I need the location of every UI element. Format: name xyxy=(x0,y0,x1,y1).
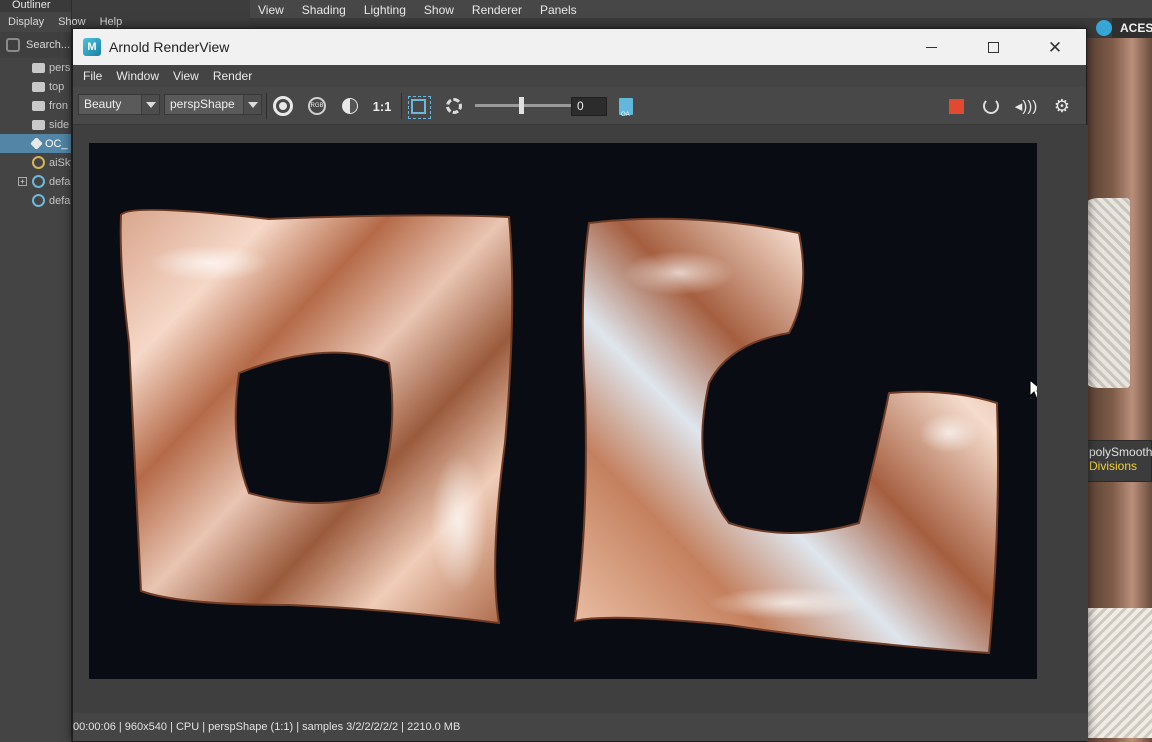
outliner-item-front[interactable]: fron xyxy=(0,96,71,115)
one-to-one-button[interactable]: 1:1 xyxy=(369,93,395,119)
menu-file[interactable]: File xyxy=(83,69,102,83)
window-title: Arnold RenderView xyxy=(109,39,230,55)
viewport-menu-show[interactable]: Show xyxy=(424,3,454,17)
set-icon xyxy=(32,194,45,207)
outliner-item-oc[interactable]: OC_ xyxy=(0,134,71,153)
chevron-down-icon xyxy=(141,95,159,114)
skydome-icon xyxy=(32,156,45,169)
viewport-scene-background xyxy=(1066,38,1152,742)
aov-dropdown[interactable]: Beauty xyxy=(78,94,160,115)
render-icon xyxy=(273,96,293,116)
minimize-icon xyxy=(925,46,937,48)
expand-icon[interactable]: + xyxy=(18,177,27,186)
crop-icon xyxy=(407,95,431,119)
color-management-icon[interactable] xyxy=(1096,20,1112,36)
camera-icon xyxy=(32,119,45,130)
outliner-item-label: aiSky xyxy=(49,156,71,169)
aperture-icon xyxy=(446,98,462,114)
outliner-item-label: pers xyxy=(49,61,71,74)
outliner-item-label: fron xyxy=(49,99,68,112)
mesh-icon xyxy=(30,137,43,150)
menu-window[interactable]: Window xyxy=(116,69,159,83)
settings-button[interactable]: ⚙ xyxy=(1049,93,1075,119)
compare-icon xyxy=(342,98,358,114)
render-canvas-area xyxy=(73,125,1088,715)
render-image[interactable] xyxy=(89,143,1037,679)
outliner-search-input[interactable]: Search... xyxy=(26,39,70,51)
node-name: polySmooth xyxy=(1089,445,1152,459)
outliner-item-persp[interactable]: pers xyxy=(0,58,71,77)
outliner-item-default-1[interactable]: + defa xyxy=(0,172,71,191)
render-button[interactable] xyxy=(270,93,296,119)
rendered-letters-image xyxy=(119,208,999,655)
aov-dropdown-value: Beauty xyxy=(84,97,122,111)
outliner-item-default-2[interactable]: defa xyxy=(0,191,71,210)
camera-icon xyxy=(32,62,45,73)
color-space-label: ACES xyxy=(1112,18,1152,38)
exposure-value-field[interactable]: 0 xyxy=(571,97,607,116)
menu-view[interactable]: View xyxy=(173,69,199,83)
gear-icon: ⚙ xyxy=(1053,96,1071,116)
set-icon xyxy=(32,175,45,188)
attribute-divisions-label[interactable]: Divisions xyxy=(1089,459,1151,473)
stop-render-button[interactable] xyxy=(943,93,969,119)
chevron-down-icon xyxy=(243,95,261,114)
renderview-toolbar: Beauty perspShape RGB 1:1 0 ◂))) ⚙ xyxy=(73,87,1086,125)
outliner-menu-show[interactable]: Show xyxy=(58,16,86,28)
menu-render[interactable]: Render xyxy=(213,69,252,83)
camera-dropdown-value: perspShape xyxy=(170,97,235,111)
outliner-menu: Display Show Help xyxy=(0,12,122,32)
refresh-render-button[interactable] xyxy=(978,93,1004,119)
outliner-item-label: OC_ xyxy=(45,137,68,150)
maximize-icon xyxy=(987,41,999,53)
outliner-item-aisky[interactable]: aiSky xyxy=(0,153,71,172)
maximize-button[interactable] xyxy=(962,29,1024,65)
viewport-menu-shading[interactable]: Shading xyxy=(302,3,346,17)
toolbar-divider xyxy=(266,93,267,119)
stop-icon xyxy=(948,98,964,114)
close-button[interactable]: ✕ xyxy=(1024,29,1086,65)
maya-logo-icon: M xyxy=(83,38,101,56)
outliner-item-side[interactable]: side xyxy=(0,115,71,134)
file-icon xyxy=(619,97,633,118)
viewport-menu-lighting[interactable]: Lighting xyxy=(364,3,406,17)
viewport-menubar: View Shading Lighting Show Renderer Pane… xyxy=(250,0,1152,20)
rgb-channel-button[interactable]: RGB xyxy=(304,93,330,119)
camera-icon xyxy=(32,81,45,92)
viewport-menu-panels[interactable]: Panels xyxy=(540,3,577,17)
outliner-title: Outliner xyxy=(0,0,71,12)
outliner-panel: Outliner Display Show Help Search... per… xyxy=(0,0,122,742)
outliner-menu-display[interactable]: Display xyxy=(8,16,44,28)
window-titlebar[interactable]: M Arnold RenderView ✕ xyxy=(73,29,1086,65)
arnold-renderview-window: M Arnold RenderView ✕ File Window View R… xyxy=(72,28,1088,742)
outliner-item-top[interactable]: top xyxy=(0,77,71,96)
exposure-button[interactable] xyxy=(441,93,467,119)
search-icon xyxy=(6,38,20,52)
rgb-icon: RGB xyxy=(308,97,326,115)
outliner-item-label: side xyxy=(49,118,70,131)
outliner-search[interactable]: Search... xyxy=(0,32,71,58)
mouse-cursor-icon xyxy=(1029,379,1037,400)
ratio-label: 1:1 xyxy=(372,98,392,114)
outliner-menu-help[interactable]: Help xyxy=(100,16,123,28)
close-icon: ✕ xyxy=(1047,37,1063,57)
ipr-button[interactable]: ◂))) xyxy=(1013,93,1039,119)
viewport-menu-renderer[interactable]: Renderer xyxy=(472,3,522,17)
viewport-menu-view[interactable]: View xyxy=(258,3,284,17)
outliner-item-label: defa xyxy=(49,175,71,188)
status-bar: 00:00:06 | 960x540 | CPU | perspShape (1… xyxy=(73,713,1088,741)
save-image-button[interactable] xyxy=(613,93,639,119)
outliner-item-label: top xyxy=(49,80,65,93)
camera-icon xyxy=(32,100,45,111)
renderview-menubar: File Window View Render xyxy=(73,65,1086,87)
exposure-slider-handle[interactable] xyxy=(519,97,524,114)
camera-dropdown[interactable]: perspShape xyxy=(164,94,262,115)
compare-button[interactable] xyxy=(337,93,363,119)
toolbar-divider xyxy=(401,93,402,119)
ipr-signal-icon: ◂))) xyxy=(1014,98,1038,115)
outliner-item-label: defa xyxy=(49,194,71,207)
minimize-button[interactable] xyxy=(900,29,962,65)
refresh-icon xyxy=(983,98,999,114)
crop-region-button[interactable] xyxy=(405,93,431,119)
